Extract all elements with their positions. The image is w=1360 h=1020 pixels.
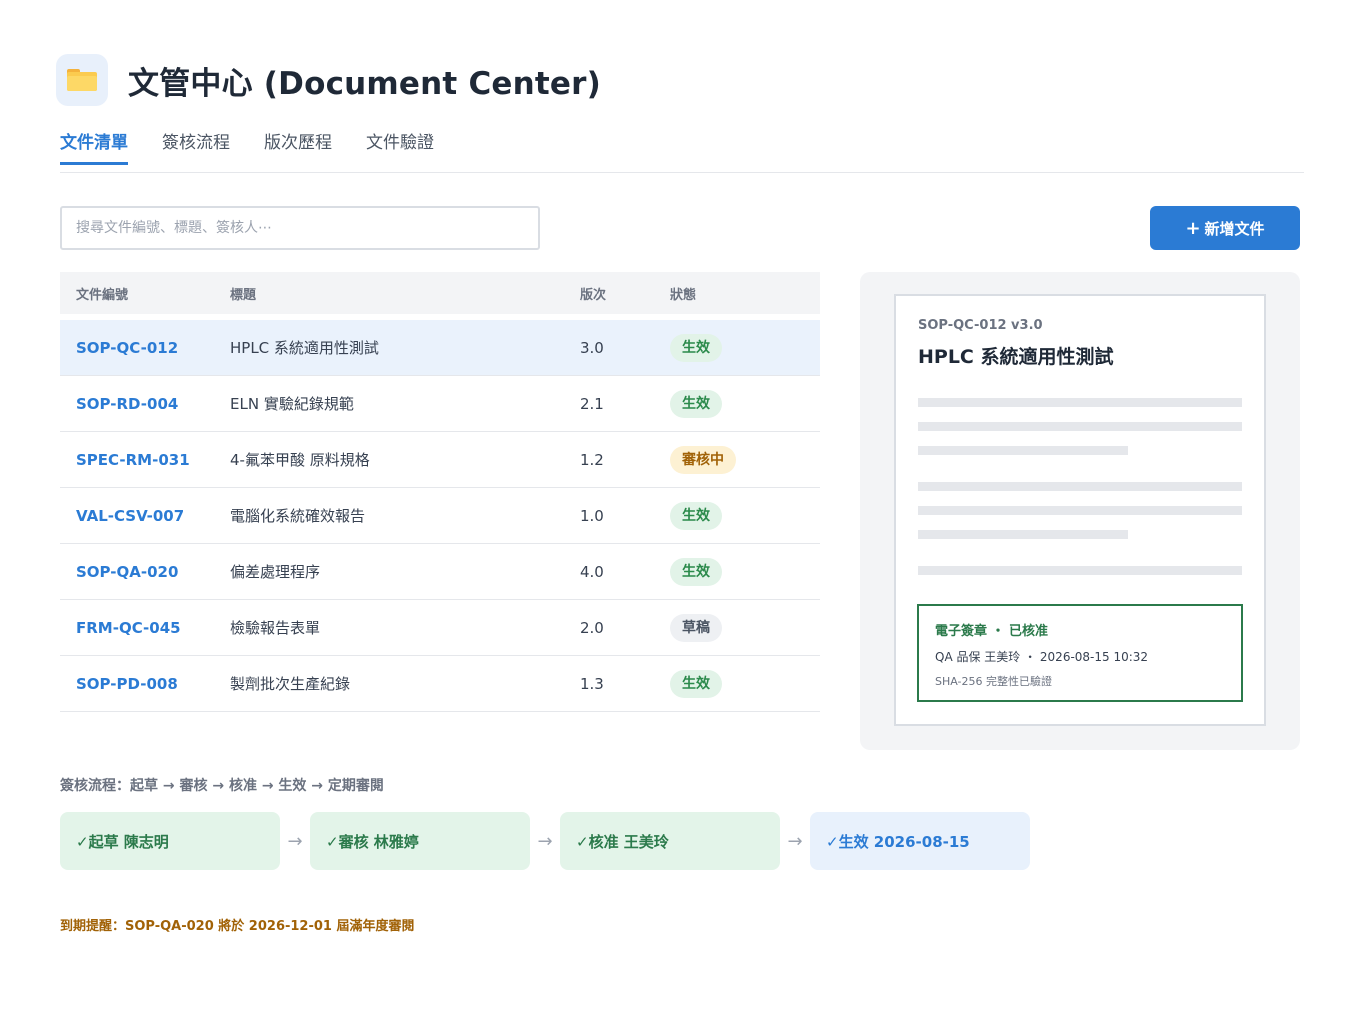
arrow-right-icon: → — [787, 830, 803, 852]
status-badge: 草稿 — [670, 613, 722, 642]
placeholder-text-line — [918, 566, 1242, 575]
document-version: 1.0 — [580, 506, 604, 525]
document-version: 1.2 — [580, 450, 604, 469]
document-title: 檢驗報告表單 — [230, 619, 321, 637]
column-header-version[interactable]: 版次 — [580, 284, 670, 303]
folder-icon — [56, 54, 108, 106]
document-id-link[interactable]: SOP-RD-004 — [76, 395, 178, 413]
placeholder-text-line — [918, 398, 1242, 407]
workflow-step-draft[interactable]: ✓起草 陳志明 — [60, 812, 280, 870]
new-document-button[interactable]: + 新增文件 — [1150, 206, 1300, 250]
status-badge: 生效 — [670, 389, 722, 418]
workflow-step-effective[interactable]: ✓生效 2026-08-15 — [810, 812, 1030, 870]
preview-meta: SOP-QC-012 v3.0 — [918, 318, 1043, 333]
document-version: 1.3 — [580, 674, 604, 693]
workflow-steps: ✓起草 陳志明 → ✓審核 林雅婷 → ✓核准 王美玲 → ✓生效 2026-0… — [60, 812, 1030, 870]
document-id-link[interactable]: VAL-CSV-007 — [76, 507, 184, 525]
column-header-status[interactable]: 狀態 — [670, 284, 820, 303]
page-header: 文管中心 (Document Center) — [56, 54, 601, 106]
status-badge: 生效 — [670, 333, 722, 362]
table-row[interactable]: SOP-RD-004 ELN 實驗紀錄規範 2.1 生效 — [60, 376, 820, 432]
document-version: 2.1 — [580, 394, 604, 413]
placeholder-text-line — [918, 530, 1128, 539]
tab-document-verification[interactable]: 文件驗證 — [366, 128, 434, 165]
document-version: 2.0 — [580, 618, 604, 637]
document-id-link[interactable]: SOP-QC-012 — [76, 339, 178, 357]
document-table: 文件編號 標題 版次 狀態 SOP-QC-012 HPLC 系統適用性測試 3.… — [60, 272, 820, 712]
table-row[interactable]: VAL-CSV-007 電腦化系統確效報告 1.0 生效 — [60, 488, 820, 544]
preview-title: HPLC 系統適用性測試 — [918, 346, 1114, 368]
status-badge: 生效 — [670, 669, 722, 698]
table-row[interactable]: SOP-QA-020 偏差處理程序 4.0 生效 — [60, 544, 820, 600]
document-title: ELN 實驗紀錄規範 — [230, 395, 354, 413]
document-version: 4.0 — [580, 562, 604, 581]
document-id-link[interactable]: SPEC-RM-031 — [76, 451, 190, 469]
tab-version-history[interactable]: 版次歷程 — [264, 128, 332, 165]
tab-document-list[interactable]: 文件清單 — [60, 128, 128, 165]
new-document-label: 新增文件 — [1204, 219, 1265, 238]
tab-signoff-flow[interactable]: 簽核流程 — [162, 128, 230, 165]
document-preview[interactable]: SOP-QC-012 v3.0 HPLC 系統適用性測試 電子簽章 ・ 已核准 … — [894, 294, 1266, 726]
table-row[interactable]: SPEC-RM-031 4-氟苯甲酸 原料規格 1.2 審核中 — [60, 432, 820, 488]
workflow-caption: 簽核流程：起草 → 審核 → 核准 → 生效 → 定期審閱 — [60, 778, 384, 794]
placeholder-text-line — [918, 506, 1242, 515]
arrow-right-icon: → — [287, 830, 303, 852]
placeholder-text-line — [918, 482, 1242, 491]
document-title: 偏差處理程序 — [230, 563, 321, 581]
arrow-right-icon: → — [537, 830, 553, 852]
document-title: 4-氟苯甲酸 原料規格 — [230, 451, 370, 469]
signature-signer: QA 品保 王美玲 ・ 2026-08-15 10:32 — [935, 650, 1149, 664]
column-header-title[interactable]: 標題 — [230, 284, 580, 303]
table-row[interactable]: SOP-QC-012 HPLC 系統適用性測試 3.0 生效 — [60, 320, 820, 376]
tab-bar: 文件清單 簽核流程 版次歷程 文件驗證 — [60, 128, 1304, 173]
document-id-link[interactable]: SOP-QA-020 — [76, 563, 178, 581]
document-title: HPLC 系統適用性測試 — [230, 339, 379, 357]
document-title: 電腦化系統確效報告 — [230, 507, 366, 525]
page-title: 文管中心 (Document Center) — [128, 65, 601, 102]
placeholder-text-line — [918, 446, 1128, 455]
document-id-link[interactable]: SOP-PD-008 — [76, 675, 178, 693]
e-signature-box: 電子簽章 ・ 已核准 QA 品保 王美玲 ・ 2026-08-15 10:32 … — [917, 604, 1243, 702]
status-badge: 審核中 — [670, 445, 736, 474]
signature-hash: SHA-256 完整性已驗證 — [935, 675, 1052, 688]
status-badge: 生效 — [670, 557, 722, 586]
signature-title: 電子簽章 ・ 已核准 — [935, 624, 1049, 639]
search-input[interactable] — [60, 206, 540, 250]
table-header: 文件編號 標題 版次 狀態 — [60, 272, 820, 314]
placeholder-text-line — [918, 422, 1242, 431]
table-row[interactable]: FRM-QC-045 檢驗報告表單 2.0 草稿 — [60, 600, 820, 656]
document-version: 3.0 — [580, 338, 604, 357]
expiry-reminder: 到期提醒：SOP-QA-020 將於 2026-12-01 屆滿年度審閱 — [60, 919, 415, 934]
workflow-step-approve[interactable]: ✓核准 王美玲 — [560, 812, 780, 870]
document-title: 製劑批次生產紀錄 — [230, 675, 351, 693]
plus-icon: + — [1185, 217, 1201, 239]
column-header-id[interactable]: 文件編號 — [60, 284, 230, 303]
document-id-link[interactable]: FRM-QC-045 — [76, 619, 181, 637]
workflow-step-review[interactable]: ✓審核 林雅婷 — [310, 812, 530, 870]
status-badge: 生效 — [670, 501, 722, 530]
table-row[interactable]: SOP-PD-008 製劑批次生產紀錄 1.3 生效 — [60, 656, 820, 712]
document-preview-panel: SOP-QC-012 v3.0 HPLC 系統適用性測試 電子簽章 ・ 已核准 … — [860, 272, 1300, 750]
